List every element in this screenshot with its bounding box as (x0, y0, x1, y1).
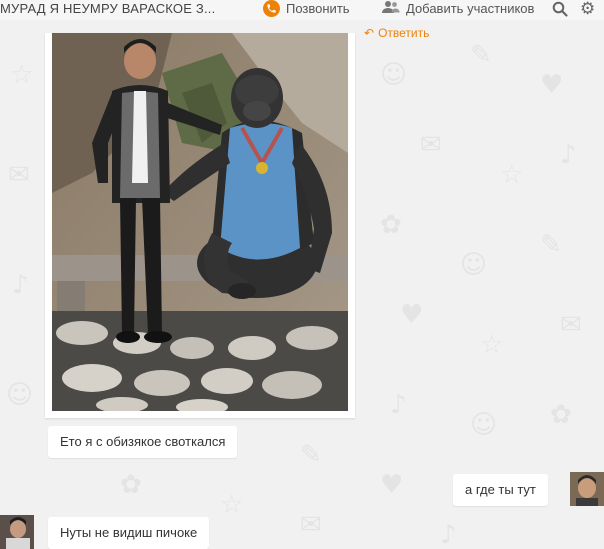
reply-arrow-icon: ↶ (364, 26, 375, 40)
gear-icon[interactable]: ⚙ (580, 0, 595, 18)
message-bubble[interactable]: Нуты не видиш пичоке (48, 517, 210, 549)
message-bubble-own[interactable]: а где ты тут (453, 474, 548, 506)
reply-link[interactable]: ↶ Ответить (364, 26, 429, 40)
add-participants-label: Добавить участников (406, 1, 535, 16)
call-label: Позвонить (286, 1, 350, 16)
photo-message[interactable] (45, 33, 355, 418)
call-button[interactable]: Позвонить (263, 0, 350, 17)
message-text: Нуты не видиш пичоке (60, 525, 198, 540)
attached-photo[interactable] (52, 33, 348, 411)
reply-label: Ответить (378, 26, 430, 40)
message-text: а где ты тут (465, 482, 536, 497)
phone-icon (263, 0, 280, 17)
chat-header: МУРАД Я НЕУМРУ ВАРАСКОЕ З... Позвонить Д… (0, 0, 604, 20)
message-text: Ето я с обизякое своткался (60, 434, 226, 449)
chat-title[interactable]: МУРАД Я НЕУМРУ ВАРАСКОЕ З... (0, 0, 215, 18)
avatar[interactable] (570, 472, 604, 506)
add-people-icon (382, 0, 400, 17)
add-participants-button[interactable]: Добавить участников (382, 0, 534, 17)
message-bubble[interactable]: Ето я с обизякое своткался (48, 426, 238, 458)
avatar[interactable] (0, 515, 34, 549)
search-icon[interactable] (552, 1, 568, 20)
